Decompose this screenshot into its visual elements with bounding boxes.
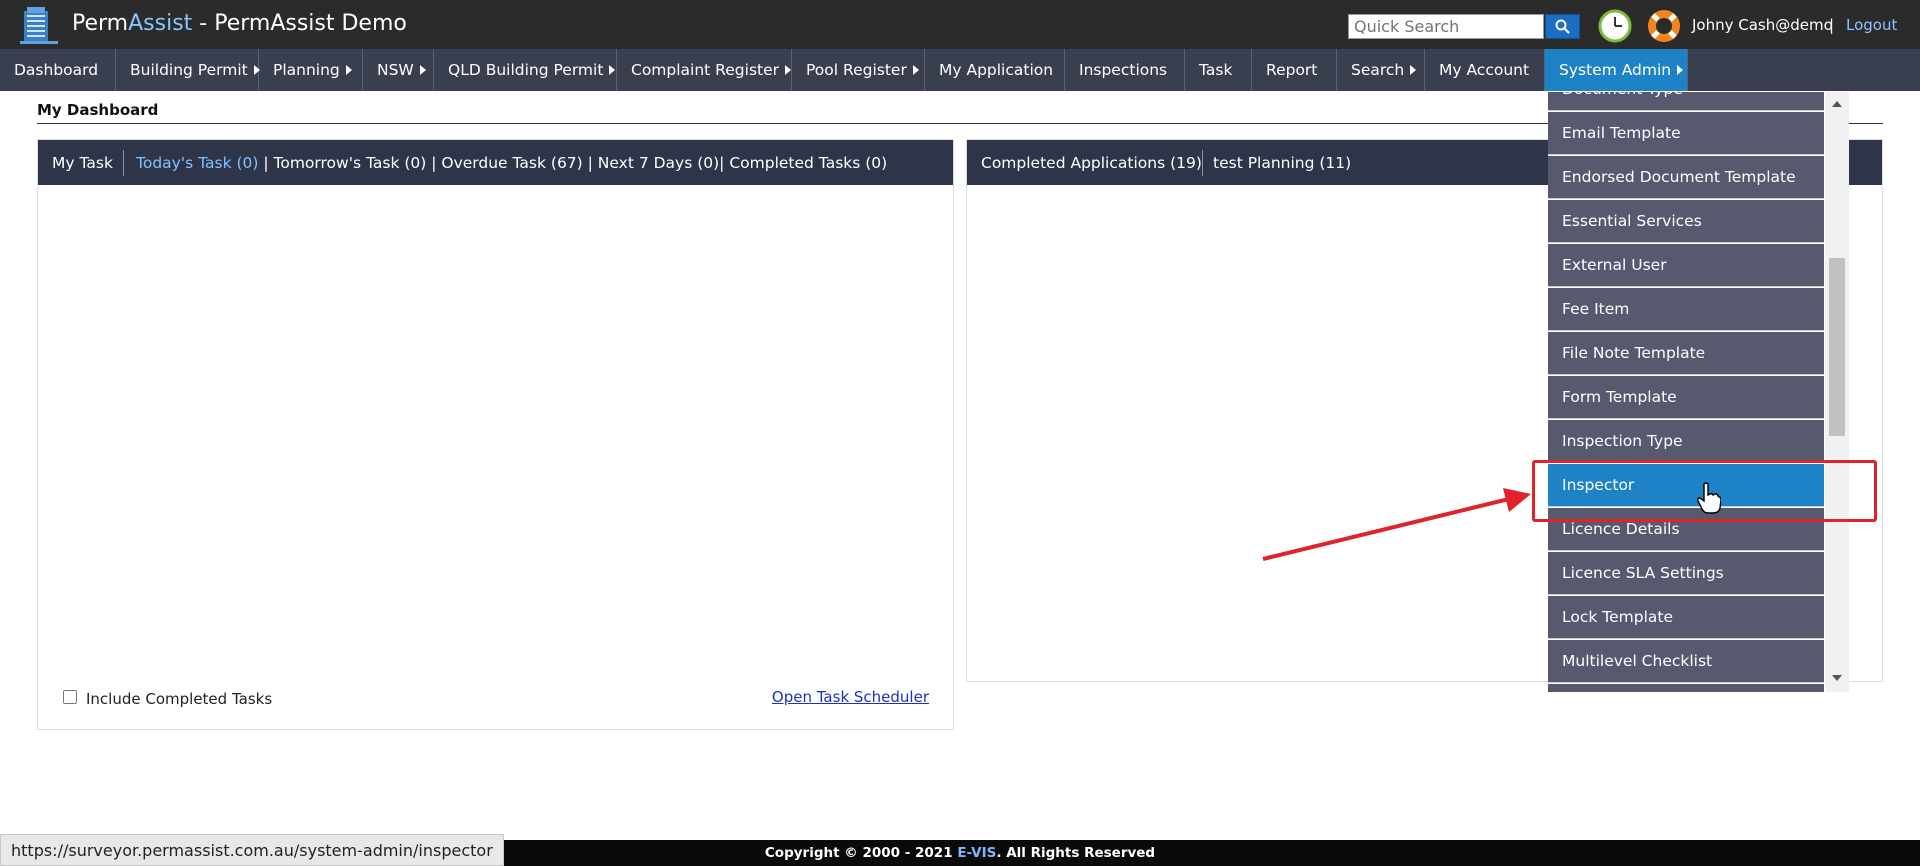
brand-suffix: - PermAssist Demo [192, 11, 407, 36]
search-icon [1555, 19, 1570, 34]
search-button[interactable] [1545, 14, 1580, 39]
nav-inspections[interactable]: Inspections [1065, 49, 1185, 91]
nav-label: Dashboard [14, 61, 99, 79]
tab-todays-task[interactable]: Today's Task (0) [136, 154, 258, 172]
company-link[interactable]: E-VIS [957, 845, 996, 861]
main-nav: Dashboard Building Permit Planning NSW Q… [0, 49, 1920, 91]
task-tabs-header: My Task Today's Task (0) | Tomorrow's Ta… [38, 140, 953, 185]
brand-assist: Assist [128, 11, 193, 36]
nav-label: Report [1266, 61, 1318, 79]
current-user: Johny Cash@demo [1692, 16, 1833, 34]
nav-complaint-register[interactable]: Complaint Register [617, 49, 792, 91]
menu-item-fee-item[interactable]: Fee Item [1548, 288, 1824, 331]
nav-qld-building-permit[interactable]: QLD Building Permit [434, 49, 617, 91]
system-admin-dropdown[interactable]: Document Type Email Template Endorsed Do… [1548, 92, 1849, 692]
help-lifebuoy-icon[interactable] [1646, 8, 1682, 44]
nav-planning[interactable]: Planning [259, 49, 363, 91]
clock-icon[interactable] [1598, 9, 1632, 43]
dropdown-scrollbar[interactable] [1825, 92, 1849, 692]
nav-label: Planning [273, 61, 340, 79]
top-header: PermAssist - PermAssist Demo Johny Cash@… [0, 0, 1920, 49]
scrollbar-thumb[interactable] [1829, 258, 1845, 436]
tab-completed-applications[interactable]: Completed Applications (19) [981, 140, 1202, 185]
nav-label: QLD Building Permit [448, 61, 604, 79]
user-separator: | [1829, 16, 1835, 34]
tab-test-planning[interactable]: test Planning (11) [1213, 140, 1351, 185]
my-task-panel: My Task Today's Task (0) | Tomorrow's Ta… [37, 139, 954, 730]
nav-label: Inspections [1079, 61, 1168, 79]
menu-item-essential-services[interactable]: Essential Services [1548, 200, 1824, 243]
open-task-scheduler-link[interactable]: Open Task Scheduler [772, 688, 929, 706]
nav-label: Pool Register [806, 61, 907, 79]
caret-right-icon [345, 65, 352, 75]
nav-dashboard[interactable]: Dashboard [0, 49, 116, 91]
tab-divider [123, 150, 124, 176]
menu-item-endorsed-document-template[interactable]: Endorsed Document Template [1548, 156, 1824, 199]
menu-item-email-template[interactable]: Email Template [1548, 112, 1824, 155]
menu-item-file-note-template[interactable]: File Note Template [1548, 332, 1824, 375]
nav-nsw[interactable]: NSW [363, 49, 434, 91]
nav-label: System Admin [1559, 61, 1672, 79]
menu-item-form-template[interactable]: Form Template [1548, 376, 1824, 419]
include-completed-label: Include Completed Tasks [86, 690, 273, 708]
page-title: My Dashboard [37, 101, 159, 119]
caret-right-icon [912, 65, 919, 75]
include-completed-checkbox[interactable] [63, 690, 77, 704]
caret-right-icon [1410, 65, 1417, 75]
menu-item-lock-template[interactable]: Lock Template [1548, 596, 1824, 639]
app-brand[interactable]: PermAssist - PermAssist Demo [72, 11, 407, 36]
caret-right-icon [609, 65, 616, 75]
nav-search[interactable]: Search [1337, 49, 1425, 91]
quick-search-input[interactable] [1348, 14, 1544, 39]
nav-building-permit[interactable]: Building Permit [116, 49, 260, 91]
nav-label: My Account [1439, 61, 1530, 79]
nav-pool-register[interactable]: Pool Register [792, 49, 925, 91]
nav-task[interactable]: Task [1185, 49, 1252, 91]
tab-other-tasks[interactable]: | Tomorrow's Task (0) | Overdue Task (67… [258, 154, 887, 172]
scroll-up-arrow-icon[interactable] [1832, 101, 1842, 107]
annotation-arrow-icon [1262, 488, 1531, 561]
caret-right-icon [419, 65, 426, 75]
copyright-prefix: Copyright © 2000 - 2021 [764, 845, 958, 861]
menu-item-inspection-type[interactable]: Inspection Type [1548, 420, 1824, 463]
nav-my-application[interactable]: My Application [925, 49, 1065, 91]
task-filters: Today's Task (0) | Tomorrow's Task (0) |… [136, 140, 887, 185]
menu-item-multilevel-checklist[interactable]: Multilevel Checklist [1548, 640, 1824, 683]
nav-label: Search [1351, 61, 1405, 79]
nav-label: Building Permit [130, 61, 248, 79]
tab-my-task[interactable]: My Task [52, 140, 113, 185]
nav-report[interactable]: Report [1252, 49, 1337, 91]
nav-system-admin[interactable]: System Admin [1545, 49, 1688, 91]
nav-label: Complaint Register [631, 61, 779, 79]
menu-item-external-user[interactable]: External User [1548, 244, 1824, 287]
nav-label: My Application [939, 61, 1054, 79]
brand-perm: Perm [72, 11, 129, 36]
nav-label: Task [1199, 61, 1233, 79]
menu-item-next[interactable] [1548, 684, 1824, 692]
copyright-suffix: . All Rights Reserved [996, 845, 1156, 861]
caret-right-icon [785, 65, 791, 75]
menu-item-document-type[interactable]: Document Type [1548, 92, 1824, 111]
menu-item-licence-sla-settings[interactable]: Licence SLA Settings [1548, 552, 1824, 595]
status-bar-url: https://surveyor.permassist.com.au/syste… [0, 834, 504, 866]
caret-right-icon [1677, 65, 1684, 75]
hand-cursor-icon [1697, 482, 1721, 514]
logout-link[interactable]: Logout [1846, 16, 1897, 34]
nav-label: NSW [377, 61, 414, 79]
scroll-down-arrow-icon[interactable] [1832, 675, 1842, 681]
building-logo-icon [20, 7, 58, 44]
nav-my-account[interactable]: My Account [1425, 49, 1545, 91]
tab-divider [1202, 150, 1203, 176]
